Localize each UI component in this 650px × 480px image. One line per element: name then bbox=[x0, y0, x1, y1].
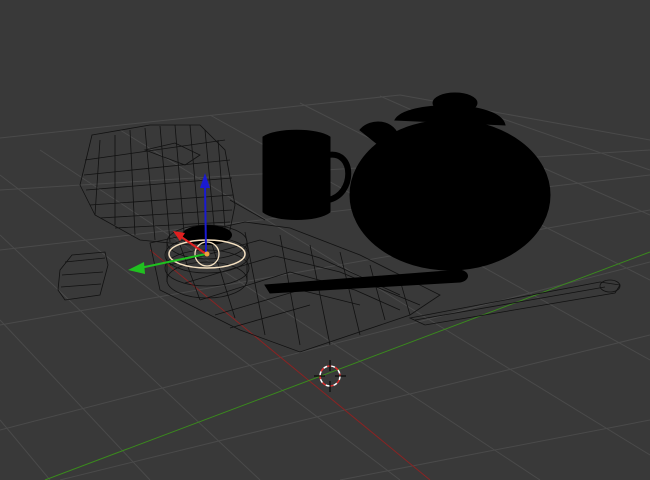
3d-cursor-icon[interactable] bbox=[314, 360, 346, 392]
3d-viewport[interactable] bbox=[0, 0, 650, 480]
eraser-object[interactable] bbox=[57, 251, 109, 301]
teapot-object[interactable] bbox=[349, 92, 551, 271]
z-axis-handle[interactable] bbox=[204, 184, 207, 253]
pivot-point bbox=[204, 251, 210, 257]
viewport-canvas[interactable] bbox=[0, 0, 650, 480]
y-axis-arrowhead[interactable] bbox=[128, 262, 145, 274]
pencil-object[interactable] bbox=[408, 279, 621, 326]
tissue-box-object[interactable] bbox=[79, 124, 266, 246]
mug-object[interactable] bbox=[262, 129, 352, 220]
